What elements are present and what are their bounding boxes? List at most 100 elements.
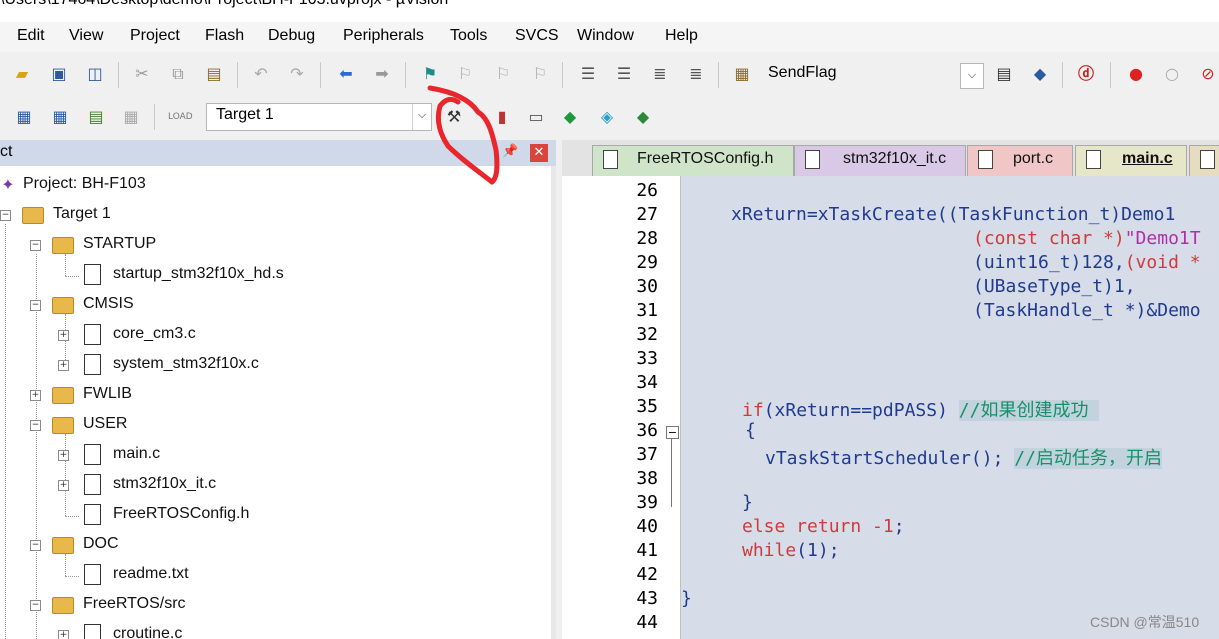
code-line: if(xReturn==pdPASS) //如果创建成功 [742, 396, 1100, 422]
pin-icon[interactable]: 📌 [502, 144, 518, 162]
uncomment-icon[interactable]: ≣ [686, 64, 706, 84]
tree-folder-row[interactable]: − DOC [0, 532, 540, 560]
paste-icon[interactable]: ▤ [204, 64, 224, 84]
select-software-packs-icon[interactable]: ◆ [560, 107, 580, 127]
tree-file-row[interactable]: startup_stm32f10x_hd.s [0, 262, 540, 290]
tab-port-c[interactable]: port.c [967, 145, 1073, 176]
target-icon [22, 207, 44, 224]
expand-icon[interactable]: + [58, 630, 69, 639]
expand-icon[interactable]: + [58, 330, 69, 341]
tree-file-row[interactable]: + stm32f10x_it.c [0, 472, 540, 500]
find-combo-dropdown[interactable]: ⌵ [960, 63, 984, 89]
rebuild-icon[interactable]: ▤ [86, 107, 106, 127]
tree-file-row[interactable]: readme.txt [0, 562, 540, 590]
tab-stm32f10x-it-c[interactable]: stm32f10x_it.c [794, 145, 966, 176]
tree-file-row[interactable]: + system_stm32f10x.c [0, 352, 540, 380]
tree-folder-row[interactable]: − STARTUP [0, 232, 540, 260]
insert-bookmark-icon[interactable]: ⚑ [420, 64, 440, 84]
expand-icon[interactable]: + [58, 360, 69, 371]
menu-tools[interactable]: Tools [450, 27, 487, 45]
menu-edit[interactable]: Edit [17, 27, 45, 45]
save-icon[interactable]: ▣ [49, 64, 69, 84]
expand-icon[interactable]: + [58, 480, 69, 491]
vertical-scrollbar[interactable] [551, 166, 556, 639]
code-area[interactable]: xReturn=xTaskCreate((TaskFunction_t)Demo… [680, 176, 1219, 639]
options-for-target-icon[interactable]: ⚒ [444, 107, 464, 127]
tab-freertosconfig-h[interactable]: FreeRTOSConfig.h [592, 145, 794, 176]
code-token: while [742, 540, 797, 561]
file-icon [84, 324, 101, 345]
tree-folder-row[interactable]: − CMSIS [0, 292, 540, 320]
open-file-icon[interactable]: ▰ [12, 64, 32, 84]
collapse-icon[interactable]: − [30, 600, 41, 611]
breakpoint-icon[interactable]: ● [1126, 64, 1146, 84]
navigate-forward-icon[interactable]: ➡ [372, 64, 392, 84]
close-panel-button[interactable]: ✕ [530, 144, 548, 162]
load-download-icon[interactable]: LOAD [168, 107, 193, 127]
menu-peripherals[interactable]: Peripherals [343, 27, 424, 45]
batch-build-icon[interactable]: ▦ [121, 107, 141, 127]
copy-icon[interactable]: ⧉ [168, 64, 188, 84]
tree-folder-row[interactable]: − FreeRTOS/src [0, 592, 540, 620]
tree-file-row[interactable]: FreeRTOSConfig.h [0, 502, 540, 530]
previous-bookmark-icon[interactable]: ⚐ [455, 64, 475, 84]
cut-icon[interactable]: ✂ [132, 64, 152, 84]
menu-window[interactable]: Window [577, 27, 634, 45]
line-number: 33 [636, 348, 658, 369]
clear-bookmarks-icon[interactable]: ⚐ [530, 64, 550, 84]
tree-file-row[interactable]: + main.c [0, 442, 540, 470]
find-in-files-icon[interactable]: ▦ [732, 64, 752, 84]
run-time-environment-icon[interactable]: ◆ [633, 107, 653, 127]
incremental-find-icon[interactable]: ◆ [1030, 64, 1050, 84]
menu-svcs[interactable]: SVCS [515, 27, 559, 45]
line-number: 39 [636, 492, 658, 513]
fold-collapse-icon[interactable]: − [666, 426, 679, 439]
collapse-icon[interactable]: − [30, 420, 41, 431]
tree-project-row[interactable]: ✦ Project: BH-F103 [0, 172, 540, 200]
tab-main-c[interactable]: main.c [1075, 145, 1187, 176]
tree-file-row[interactable]: + core_cm3.c [0, 322, 540, 350]
tree-folder-row[interactable]: + FWLIB [0, 382, 540, 410]
menu-view[interactable]: View [69, 27, 103, 45]
find-icon[interactable]: ▤ [994, 64, 1014, 84]
file-icon [805, 150, 820, 169]
undo-icon[interactable]: ↶ [251, 64, 271, 84]
next-bookmark-icon[interactable]: ⚐ [493, 64, 513, 84]
tree-target-row[interactable]: − Target 1 [0, 202, 540, 230]
tree-file-row[interactable]: + croutine.c [0, 622, 540, 639]
build-icon[interactable]: ▦ [50, 107, 70, 127]
code-token: (const char *) [973, 228, 1125, 249]
expand-icon[interactable]: + [30, 390, 41, 401]
file-icon [978, 150, 993, 169]
disable-breakpoints-icon[interactable]: ⊘ [1198, 64, 1218, 84]
code-line: vTaskStartScheduler(); //启动任务，开启 [765, 444, 1162, 470]
tree-folder-row[interactable]: − USER [0, 412, 540, 440]
start-debug-icon[interactable]: ⓓ [1076, 64, 1096, 84]
translate-icon[interactable]: ▦ [14, 107, 34, 127]
collapse-icon[interactable]: − [30, 540, 41, 551]
manage-project-items-icon[interactable]: ▭ [526, 107, 546, 127]
unindent-icon[interactable]: ☰ [614, 64, 634, 84]
menu-flash[interactable]: Flash [205, 27, 244, 45]
menu-project[interactable]: Project [130, 27, 180, 45]
collapse-icon[interactable]: − [30, 300, 41, 311]
redo-icon[interactable]: ↷ [287, 64, 307, 84]
menu-help[interactable]: Help [665, 27, 698, 45]
menu-debug[interactable]: Debug [268, 27, 315, 45]
code-line: else return -1; [742, 516, 905, 537]
tab-label: port.c [1013, 150, 1054, 167]
tree-item-label: FWLIB [83, 385, 132, 402]
tree-item-label: USER [83, 415, 128, 432]
indent-icon[interactable]: ☰ [578, 64, 598, 84]
comment-icon[interactable]: ≣ [650, 64, 670, 84]
collapse-icon[interactable]: − [30, 240, 41, 251]
navigate-back-icon[interactable]: ⬅ [336, 64, 356, 84]
line-number: 40 [636, 516, 658, 537]
save-all-icon[interactable]: ◫ [85, 64, 105, 84]
tab-overflow[interactable] [1189, 145, 1219, 176]
collapse-icon[interactable]: − [0, 210, 11, 221]
pack-installer-icon[interactable]: ◈ [597, 107, 617, 127]
expand-icon[interactable]: + [58, 450, 69, 461]
enable-breakpoint-icon[interactable]: ○ [1162, 64, 1182, 84]
manage-components-icon[interactable]: ▮ [492, 107, 512, 127]
